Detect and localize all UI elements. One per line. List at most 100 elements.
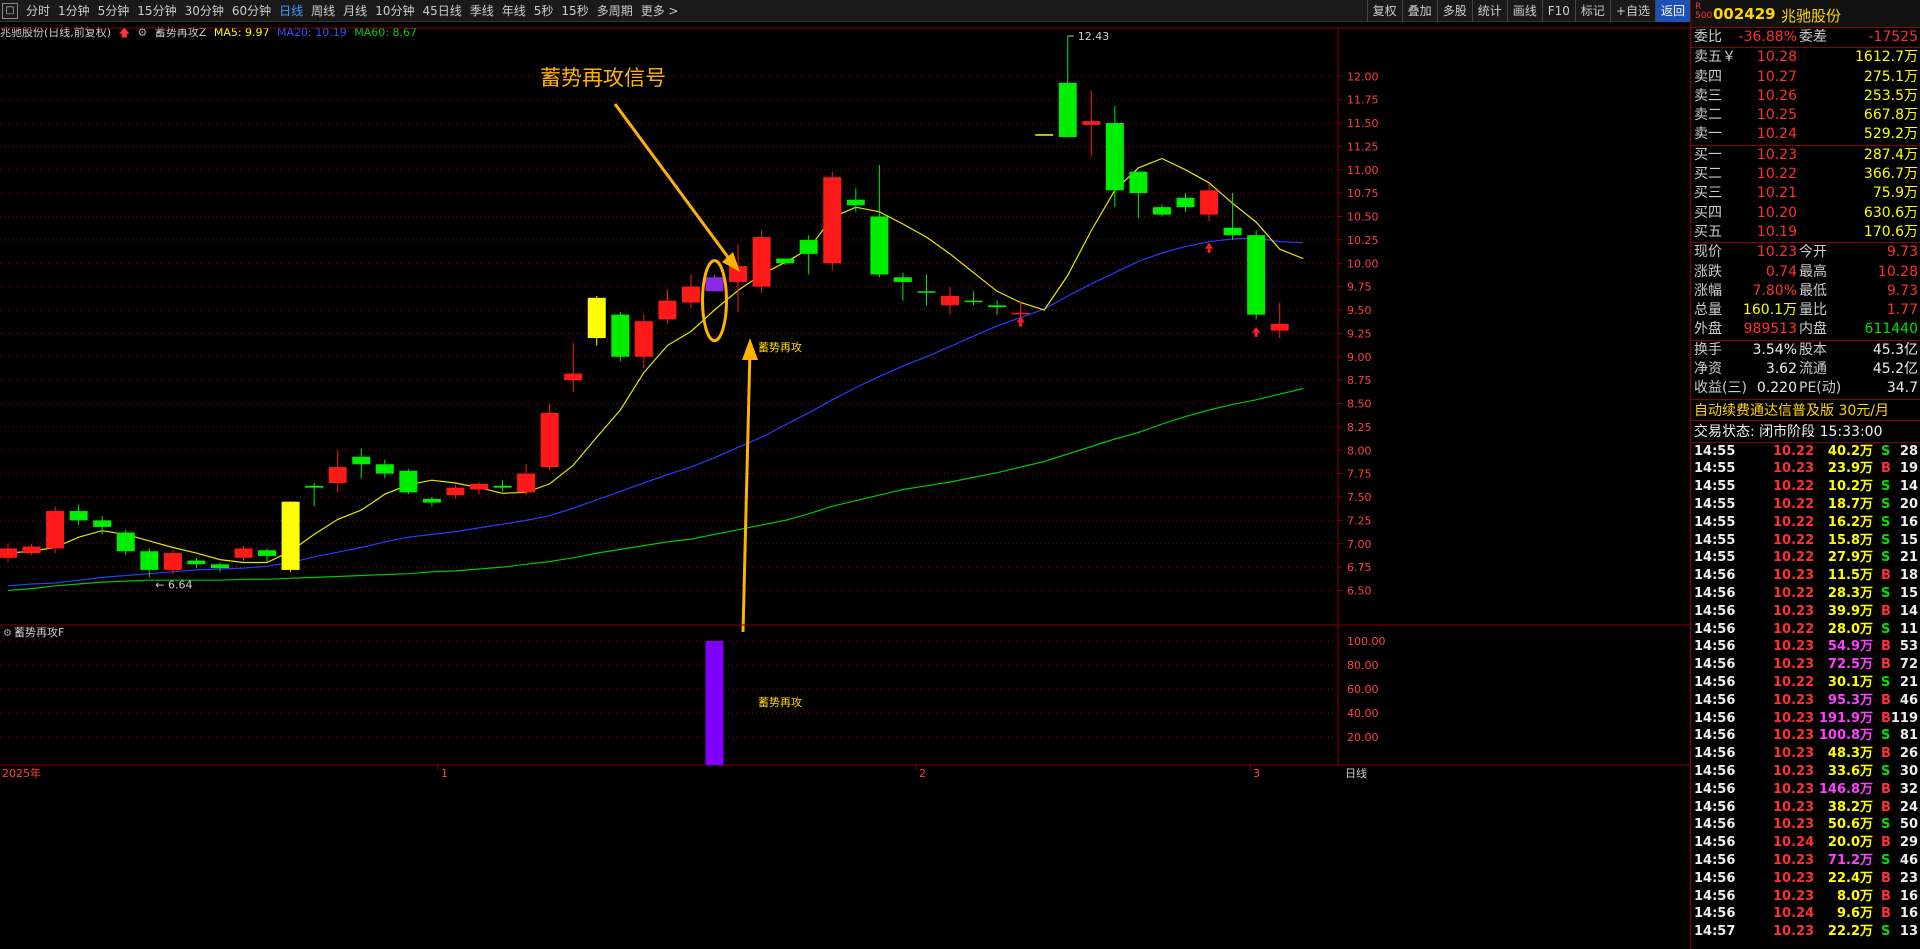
tick-count: 46 bbox=[1899, 692, 1918, 708]
period-tab[interactable]: 45日线 bbox=[418, 0, 465, 22]
toolbar-button[interactable]: 复权 bbox=[1366, 0, 1402, 22]
period-tab[interactable]: 5分钟 bbox=[94, 0, 134, 22]
level-volume: 366.7万 bbox=[1863, 166, 1918, 183]
tick-count: 29 bbox=[1899, 835, 1918, 851]
tick-row: 14:56 10.23 38.2万 B 24 bbox=[1691, 799, 1920, 817]
period-tab[interactable]: 30分钟 bbox=[181, 0, 228, 22]
candle bbox=[752, 230, 771, 294]
candle bbox=[187, 557, 206, 569]
menu-icon[interactable]: ▢ bbox=[2, 3, 18, 19]
tick-time: 14:56 bbox=[1694, 710, 1736, 726]
toolbar-button[interactable]: 画线 bbox=[1506, 0, 1542, 22]
tick-row: 14:56 10.23 48.3万 B 26 bbox=[1691, 745, 1920, 763]
level-label: 卖二 bbox=[1694, 107, 1722, 124]
candle-body bbox=[422, 498, 441, 503]
tick-side: B bbox=[1881, 888, 1891, 904]
candle-body bbox=[234, 548, 253, 558]
tick-row: 14:55 10.22 10.2万 S 14 bbox=[1691, 478, 1920, 496]
toolbar-button[interactable]: +自选 bbox=[1609, 0, 1655, 22]
period-tab[interactable]: 季线 bbox=[466, 0, 498, 22]
tick-volume: 39.9万 bbox=[1827, 603, 1873, 619]
ma5-line bbox=[7, 157, 1304, 564]
period-tab[interactable]: 多周期 bbox=[593, 0, 637, 22]
tick-volume: 38.2万 bbox=[1827, 799, 1873, 815]
candle-body bbox=[1152, 207, 1171, 215]
stat-label: 今开 bbox=[1799, 244, 1827, 261]
period-tab[interactable]: 15分钟 bbox=[133, 0, 180, 22]
kline-chart[interactable]: 6.50 6.75 7.00 7.25 7.50 7.75 8.00 8.25 8.50 8.75… bbox=[0, 22, 1690, 949]
period-tab[interactable]: 更多 > bbox=[637, 0, 683, 22]
stat-label: 外盘 bbox=[1694, 321, 1722, 338]
candle-body bbox=[776, 258, 795, 264]
tick-side: B bbox=[1881, 799, 1891, 815]
period-tab[interactable]: 1分钟 bbox=[54, 0, 94, 22]
candle-body bbox=[0, 548, 17, 558]
tick-count: 53 bbox=[1899, 639, 1918, 655]
period-tab[interactable]: 10分钟 bbox=[371, 0, 418, 22]
tick-price: 10.22 bbox=[1773, 675, 1815, 690]
tick-row: 14:56 10.23 11.5万 B 18 bbox=[1691, 567, 1920, 585]
tick-price: 10.23 bbox=[1773, 799, 1815, 815]
stat-row: 现价 10.23 今开 9.73 bbox=[1691, 243, 1920, 262]
stat-value: 3.62 bbox=[1765, 361, 1797, 378]
promo-banner[interactable]: 自动续费通达信普及版 30元/月 bbox=[1691, 398, 1920, 421]
tick-row: 14:56 10.22 30.1万 S 21 bbox=[1691, 674, 1920, 692]
tick-side: S bbox=[1881, 852, 1891, 868]
candle-body bbox=[1223, 227, 1242, 236]
level-label: 买五 bbox=[1694, 223, 1722, 240]
toolbar-button[interactable]: 标记 bbox=[1574, 0, 1610, 22]
level-price: 10.23 bbox=[1756, 146, 1797, 163]
stat-label: 现价 bbox=[1694, 244, 1722, 261]
candle bbox=[917, 274, 936, 306]
sell-level: 卖五￥ 10.28 1612.7万 bbox=[1691, 48, 1920, 67]
level-label: 买三 bbox=[1694, 185, 1722, 202]
candle-body bbox=[705, 277, 724, 292]
candle bbox=[1176, 193, 1195, 212]
toolbar-button[interactable]: 统计 bbox=[1471, 0, 1507, 22]
tick-side: S bbox=[1881, 586, 1891, 602]
tick-row: 14:56 10.23 191.9万 B 119 bbox=[1691, 710, 1920, 728]
ma5-path bbox=[7, 157, 1304, 564]
stat-label: 流通 bbox=[1799, 361, 1827, 378]
toolbar-button[interactable]: 叠加 bbox=[1401, 0, 1437, 22]
tick-row: 14:56 10.23 71.2万 S 46 bbox=[1691, 852, 1920, 870]
tick-side: B bbox=[1881, 568, 1891, 584]
tick-time: 14:56 bbox=[1694, 799, 1736, 815]
gear-icon: ⚙ bbox=[3, 628, 12, 639]
period-tab[interactable]: 5秒 bbox=[530, 0, 558, 22]
candle-body bbox=[352, 456, 371, 465]
stat-row: 收益(三) 0.220 PE(动) 34.7 bbox=[1691, 379, 1920, 398]
tick-row: 14:55 10.22 40.2万 S 28 bbox=[1691, 443, 1920, 461]
candle bbox=[564, 342, 583, 393]
toolbar-button[interactable]: F10 bbox=[1541, 0, 1575, 22]
candle-body bbox=[163, 553, 182, 570]
level-price: 10.22 bbox=[1756, 166, 1797, 183]
toolbar-button[interactable]: 返回 bbox=[1654, 0, 1690, 22]
toolbar-button[interactable]: 多股 bbox=[1436, 0, 1472, 22]
tick-side: B bbox=[1881, 710, 1891, 726]
candle-body bbox=[187, 560, 206, 565]
candle bbox=[1270, 302, 1289, 339]
period-tab[interactable]: 日线 bbox=[275, 0, 307, 22]
period-tab[interactable]: 15秒 bbox=[557, 0, 592, 22]
tick-row: 14:55 10.23 23.9万 B 19 bbox=[1691, 460, 1920, 478]
tick-side: S bbox=[1881, 497, 1891, 513]
period-tab[interactable]: 年线 bbox=[498, 0, 530, 22]
tick-count: 30 bbox=[1899, 763, 1918, 779]
stat-label: 换手 bbox=[1694, 341, 1722, 358]
period-tab[interactable]: 60分钟 bbox=[228, 0, 275, 22]
candle-body bbox=[893, 277, 912, 282]
stock-code: 002429 bbox=[1713, 5, 1776, 23]
level-price: 10.25 bbox=[1756, 107, 1797, 124]
period-tab[interactable]: 分时 bbox=[22, 0, 54, 22]
month-label: 3 bbox=[1253, 767, 1260, 780]
tick-count: 21 bbox=[1899, 550, 1918, 566]
min-price-label: ← 6.64 bbox=[155, 578, 192, 591]
period-tab[interactable]: 周线 bbox=[307, 0, 339, 22]
tick-volume: 50.6万 bbox=[1827, 817, 1873, 833]
signal-annotation: 蓄势再攻信号蓄势再攻 bbox=[540, 66, 802, 633]
tick-price: 10.23 bbox=[1773, 568, 1815, 584]
candle bbox=[658, 289, 677, 325]
period-tab[interactable]: 月线 bbox=[339, 0, 371, 22]
tick-count: 26 bbox=[1899, 746, 1918, 762]
